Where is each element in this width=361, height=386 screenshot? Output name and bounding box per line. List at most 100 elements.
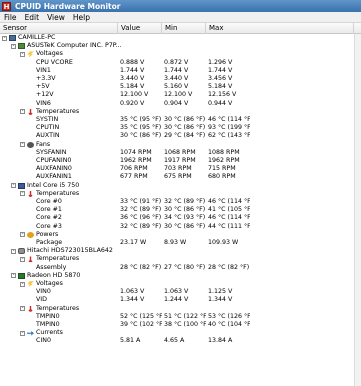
sensor-row[interactable]: AUXTIN 30 °C (86 °F) 29 °C (84 °F) 62 °C (1… xyxy=(0,132,361,140)
power-icon xyxy=(27,231,34,238)
sensor-value: 39 °C (102 °F) xyxy=(120,321,162,328)
menu-view[interactable]: View xyxy=(43,13,69,22)
sensor-row[interactable]: CPUFANIN0 1962 RPM 1917 RPM 1962 RPM xyxy=(0,157,361,165)
volt-icon xyxy=(27,51,34,58)
tree-group-row[interactable]: - Temperatures xyxy=(0,255,361,263)
collapse-toggle[interactable]: - xyxy=(20,306,25,312)
tree-group-row[interactable]: - Intel Core i5 750 xyxy=(0,182,361,190)
tree-label: - ASUSTeK Computer INC. P7P... xyxy=(11,42,122,50)
tree-label: Core #1 xyxy=(36,206,62,214)
menu-file[interactable]: File xyxy=(0,13,21,22)
sensor-row[interactable]: Core #3 32 °C (89 °F) 30 °C (86 °F) 44 °C (… xyxy=(0,223,361,231)
sensor-row[interactable]: +12V 12.100 V 12.100 V 12.156 V xyxy=(0,91,361,99)
sensor-row[interactable]: CPU VCORE 0.888 V 0.872 V 1.296 V xyxy=(0,59,361,67)
sensor-row[interactable]: +5V 5.184 V 5.160 V 5.184 V xyxy=(0,83,361,91)
tree-group-row[interactable]: - Voltages xyxy=(0,50,361,58)
sensor-row[interactable]: TMPIN0 39 °C (102 °F) 38 °C (100 °F) 40 °C … xyxy=(0,321,361,329)
sensor-row[interactable]: Package 23.17 W 8.93 W 109.93 W xyxy=(0,239,361,247)
sensor-row[interactable]: SYSFANIN 1074 RPM 1068 RPM 1088 RPM xyxy=(0,149,361,157)
collapse-toggle[interactable]: - xyxy=(2,35,7,41)
collapse-toggle[interactable]: - xyxy=(20,281,25,287)
tree-group-row[interactable]: - Powers xyxy=(0,231,361,239)
tree-group-row[interactable]: - Temperatures xyxy=(0,108,361,116)
sensor-name: +12V xyxy=(36,91,54,99)
sensor-value: 35 °C (95 °F) xyxy=(120,116,162,123)
collapse-toggle[interactable]: - xyxy=(20,142,25,148)
collapse-toggle[interactable]: - xyxy=(11,43,16,49)
sensor-max: 1088 RPM xyxy=(208,148,240,156)
tree-label: CPU VCORE xyxy=(36,59,73,67)
sensor-row[interactable]: VIN6 0.920 V 0.904 V 0.944 V xyxy=(0,100,361,108)
column-sensor[interactable]: Sensor xyxy=(0,23,118,34)
sensor-row[interactable]: CIN0 5.81 A 4.65 A 13.84 A xyxy=(0,337,361,345)
sensor-row[interactable]: AUXFANIN0 706 RPM 703 RPM 715 RPM xyxy=(0,165,361,173)
sensor-max: 1.296 V xyxy=(208,58,233,66)
sensor-min: 1917 RPM xyxy=(164,157,196,164)
sensor-name: VIN1 xyxy=(36,66,51,74)
sensor-row[interactable]: TMPIN0 52 °C (125 °F) 51 °C (122 °F) 53 °C … xyxy=(0,313,361,321)
tree-label: VID xyxy=(36,296,47,304)
tree-group-row[interactable]: - CAMILLE-PC xyxy=(0,34,361,42)
tree-label: Core #0 xyxy=(36,198,62,206)
menu-edit[interactable]: Edit xyxy=(21,13,44,22)
sensor-row[interactable]: VIN1 1.744 V 1.744 V 1.744 V xyxy=(0,67,361,75)
sensor-name: VIN6 xyxy=(36,99,51,107)
sensor-name: Hitachi HDS723015BLA642 xyxy=(27,247,113,255)
sensor-name: TMPIN0 xyxy=(36,321,60,328)
collapse-toggle[interactable]: - xyxy=(20,330,25,336)
tree-group-row[interactable]: - ASUSTeK Computer INC. P7P... xyxy=(0,42,361,50)
tree-group-row[interactable]: - Radeon HD 5870 xyxy=(0,272,361,280)
sensor-value: 3.440 V xyxy=(120,75,145,82)
tree-label: - Hitachi HDS723015BLA642 xyxy=(11,247,113,255)
collapse-toggle[interactable]: - xyxy=(11,183,16,189)
tree-label: TMPIN0 xyxy=(36,321,60,329)
collapse-toggle[interactable]: - xyxy=(11,248,16,254)
sensor-value: 33 °C (91 °F) xyxy=(120,198,162,205)
tree-group-row[interactable]: - Currents xyxy=(0,329,361,337)
temp-icon xyxy=(28,256,33,263)
sensor-name: CIN0 xyxy=(36,337,51,345)
sensor-row[interactable]: VIN0 1.063 V 1.063 V 1.125 V xyxy=(0,288,361,296)
column-min[interactable]: Min xyxy=(162,23,206,34)
sensor-row[interactable]: Assembly 28 °C (82 °F) 27 °C (80 °F) 28 °C … xyxy=(0,264,361,272)
tree-group-row[interactable]: - Fans xyxy=(0,141,361,149)
column-max[interactable]: Max xyxy=(206,23,354,34)
sensor-row[interactable]: SYSTIN 35 °C (95 °F) 30 °C (86 °F) 46 °C (1… xyxy=(0,116,361,124)
sensor-name: CPUFANIN0 xyxy=(36,157,72,164)
sensor-min: 32 °C (89 °F) xyxy=(164,198,206,205)
sensor-value: 1074 RPM xyxy=(120,148,152,156)
column-value[interactable]: Value xyxy=(118,23,162,34)
sensor-row[interactable]: Core #2 36 °C (96 °F) 34 °C (93 °F) 46 °C (… xyxy=(0,214,361,222)
sensor-row[interactable]: CPUTIN 35 °C (95 °F) 30 °C (86 °F) 93 °C (1… xyxy=(0,124,361,132)
collapse-toggle[interactable]: - xyxy=(20,232,25,238)
sensor-tree: - CAMILLE-PC - ASUSTeK Computer INC. P7P...… xyxy=(0,34,361,386)
collapse-toggle[interactable]: - xyxy=(11,273,16,279)
menu-help[interactable]: Help xyxy=(69,13,94,22)
tree-label: AUXFANIN0 xyxy=(36,165,72,173)
sensor-value: 5.81 A xyxy=(120,337,141,345)
sensor-name: CPU VCORE xyxy=(36,58,73,66)
collapse-toggle[interactable]: - xyxy=(20,191,25,197)
sensor-row[interactable]: +3.3V 3.440 V 3.440 V 3.456 V xyxy=(0,75,361,83)
collapse-toggle[interactable]: - xyxy=(20,256,25,262)
sensor-row[interactable]: Core #0 33 °C (91 °F) 32 °C (89 °F) 46 °C (… xyxy=(0,198,361,206)
vertical-scrollbar[interactable] xyxy=(354,34,361,386)
tree-label: Assembly xyxy=(36,264,66,272)
sensor-value: 32 °C (89 °F) xyxy=(120,206,162,214)
tree-label: - Temperatures xyxy=(20,305,79,313)
tree-group-row[interactable]: - Hitachi HDS723015BLA642 xyxy=(0,247,361,255)
sensor-row[interactable]: AUXFANIN1 677 RPM 675 RPM 680 RPM xyxy=(0,173,361,181)
collapse-toggle[interactable]: - xyxy=(20,109,25,115)
sensor-min: 30 °C (86 °F) xyxy=(164,206,206,214)
collapse-toggle[interactable]: - xyxy=(20,51,25,57)
tree-group-row[interactable]: - Voltages xyxy=(0,280,361,288)
sensor-row[interactable]: Core #1 32 °C (89 °F) 30 °C (86 °F) 41 °C (… xyxy=(0,206,361,214)
sensor-value: 32 °C (89 °F) xyxy=(120,222,162,230)
sensor-value: 35 °C (95 °F) xyxy=(120,124,162,132)
sensor-value: 12.100 V xyxy=(120,91,149,99)
sensor-row[interactable]: VID 1.344 V 1.244 V 1.344 V xyxy=(0,296,361,304)
tree-group-row[interactable]: - Temperatures xyxy=(0,305,361,313)
tree-group-row[interactable]: - Temperatures xyxy=(0,190,361,198)
title-bar: H CPUID Hardware Monitor xyxy=(0,0,361,12)
sensor-value: 30 °C (86 °F) xyxy=(120,132,162,140)
